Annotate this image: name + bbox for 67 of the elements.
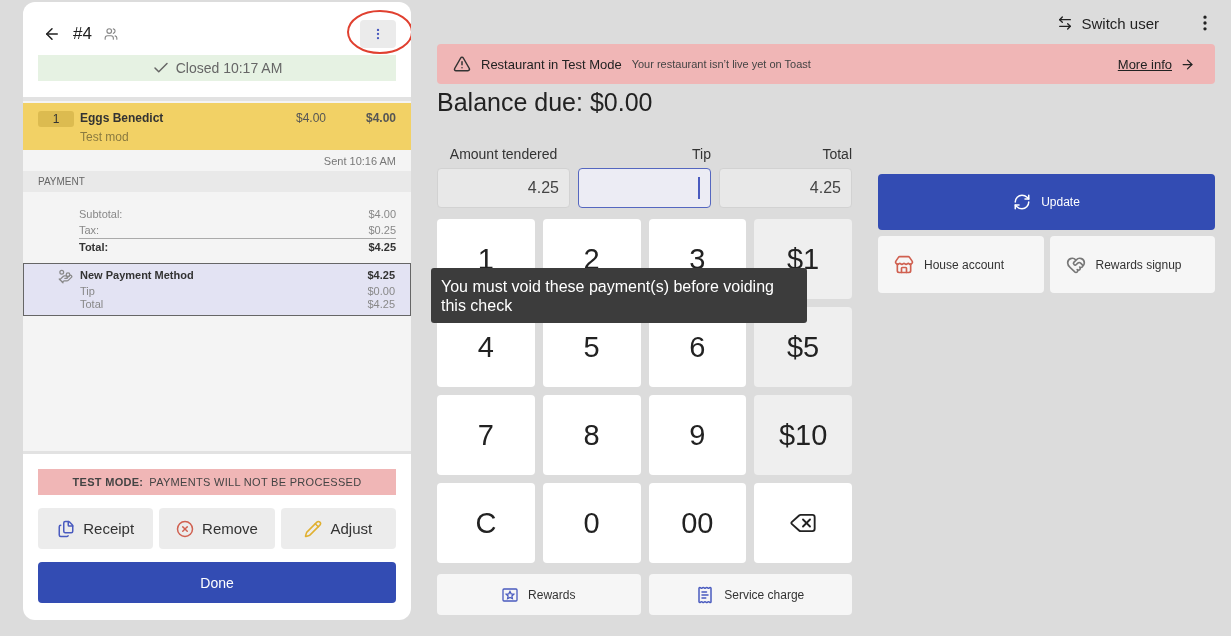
- alert-title: Restaurant in Test Mode: [481, 56, 622, 72]
- total-value: $4.25: [368, 241, 396, 253]
- balance-due: Balance due: $0.00: [437, 88, 654, 118]
- payment-value: $4.25: [367, 298, 395, 310]
- star-icon: [502, 587, 519, 602]
- receipt-icon: [57, 519, 76, 538]
- quantity-badge: 1: [38, 111, 74, 127]
- payment-name: New Payment Method: [80, 269, 195, 283]
- update-button[interactable]: Update: [878, 174, 1215, 230]
- payment-option-button[interactable]: House account: [878, 236, 1044, 293]
- item-price: $4.00: [294, 111, 326, 127]
- field-label: Amount tendered: [448, 146, 559, 162]
- keypad-action-button[interactable]: Service charge: [648, 574, 852, 615]
- tooltip: You must void these payment(s) before voiding this check: [431, 268, 807, 323]
- alert-text: Your restaurant isn’t live yet on Toast: [631, 58, 811, 70]
- keypad-action-button[interactable]: Rewards: [437, 574, 641, 615]
- swap-icon: [1057, 15, 1074, 31]
- keypad-key[interactable]: 8: [542, 395, 641, 475]
- more-info-link[interactable]: More info: [1117, 56, 1195, 72]
- warning-icon: [453, 55, 471, 73]
- section-header: PAYMENT: [23, 171, 411, 192]
- payment-row[interactable]: New Payment Method $4.25 Tip $0.00 Total $4.25: [23, 263, 411, 316]
- status-banner: Closed 10:17 AM: [38, 55, 396, 81]
- amount-field[interactable]: [578, 168, 711, 208]
- sent-time: Sent 10:16 AM: [322, 154, 397, 169]
- switch-user-button[interactable]: Switch user: [1057, 14, 1159, 32]
- keypad-key[interactable]: 9: [648, 395, 747, 475]
- highlight-ring: [345, 7, 411, 57]
- field-label: Total: [821, 146, 852, 162]
- refresh-icon: [1013, 193, 1032, 211]
- amount-field[interactable]: 4.25: [437, 168, 570, 208]
- total-label: Total:: [79, 241, 109, 253]
- total-value: $4.00: [368, 208, 396, 220]
- payment-label: Tip: [80, 285, 96, 297]
- backspace-key[interactable]: [754, 483, 852, 563]
- test-mode-banner: TEST MODE: PAYMENTS WILL NOT BE PROCESSED: [38, 469, 396, 495]
- order-item[interactable]: 1 Eggs Benedict $4.00 $4.00 Test mod: [23, 103, 411, 150]
- payment-label: Total: [80, 298, 105, 310]
- done-button[interactable]: Done: [38, 562, 396, 603]
- pencil-icon: [304, 519, 323, 538]
- quick-amount-key[interactable]: $10: [754, 395, 852, 475]
- total-label: Subtotal:: [79, 208, 123, 220]
- total-label: Tax:: [79, 224, 100, 236]
- action-button[interactable]: Adjust: [280, 508, 396, 549]
- total-value: $0.25: [368, 224, 396, 236]
- store-icon: [894, 254, 914, 275]
- amount-field[interactable]: 4.25: [719, 168, 852, 208]
- item-total: $4.00: [364, 111, 396, 127]
- remove-icon: [176, 519, 195, 538]
- action-button[interactable]: Remove: [159, 508, 275, 549]
- receipt-icon: [696, 585, 715, 604]
- action-button[interactable]: Receipt: [38, 508, 154, 549]
- keypad-key[interactable]: 7: [437, 395, 535, 475]
- keypad-key[interactable]: 00: [648, 483, 747, 563]
- keypad-key[interactable]: 0: [542, 483, 641, 563]
- item-name: Eggs Benedict: [80, 111, 165, 127]
- keypad-key[interactable]: C: [437, 483, 535, 563]
- guests-icon: [103, 27, 118, 41]
- payment-amount: $4.25: [367, 269, 395, 283]
- back-icon[interactable]: [43, 25, 61, 43]
- payment-option-button[interactable]: Rewards signup: [1049, 236, 1215, 293]
- item-modifier: Test mod: [80, 130, 130, 144]
- arrow-right-icon: [1180, 56, 1195, 72]
- check-title: #4: [73, 24, 92, 44]
- payment-icon: [58, 269, 73, 284]
- payment-value: $0.00: [367, 285, 395, 297]
- field-label: Tip: [691, 146, 711, 162]
